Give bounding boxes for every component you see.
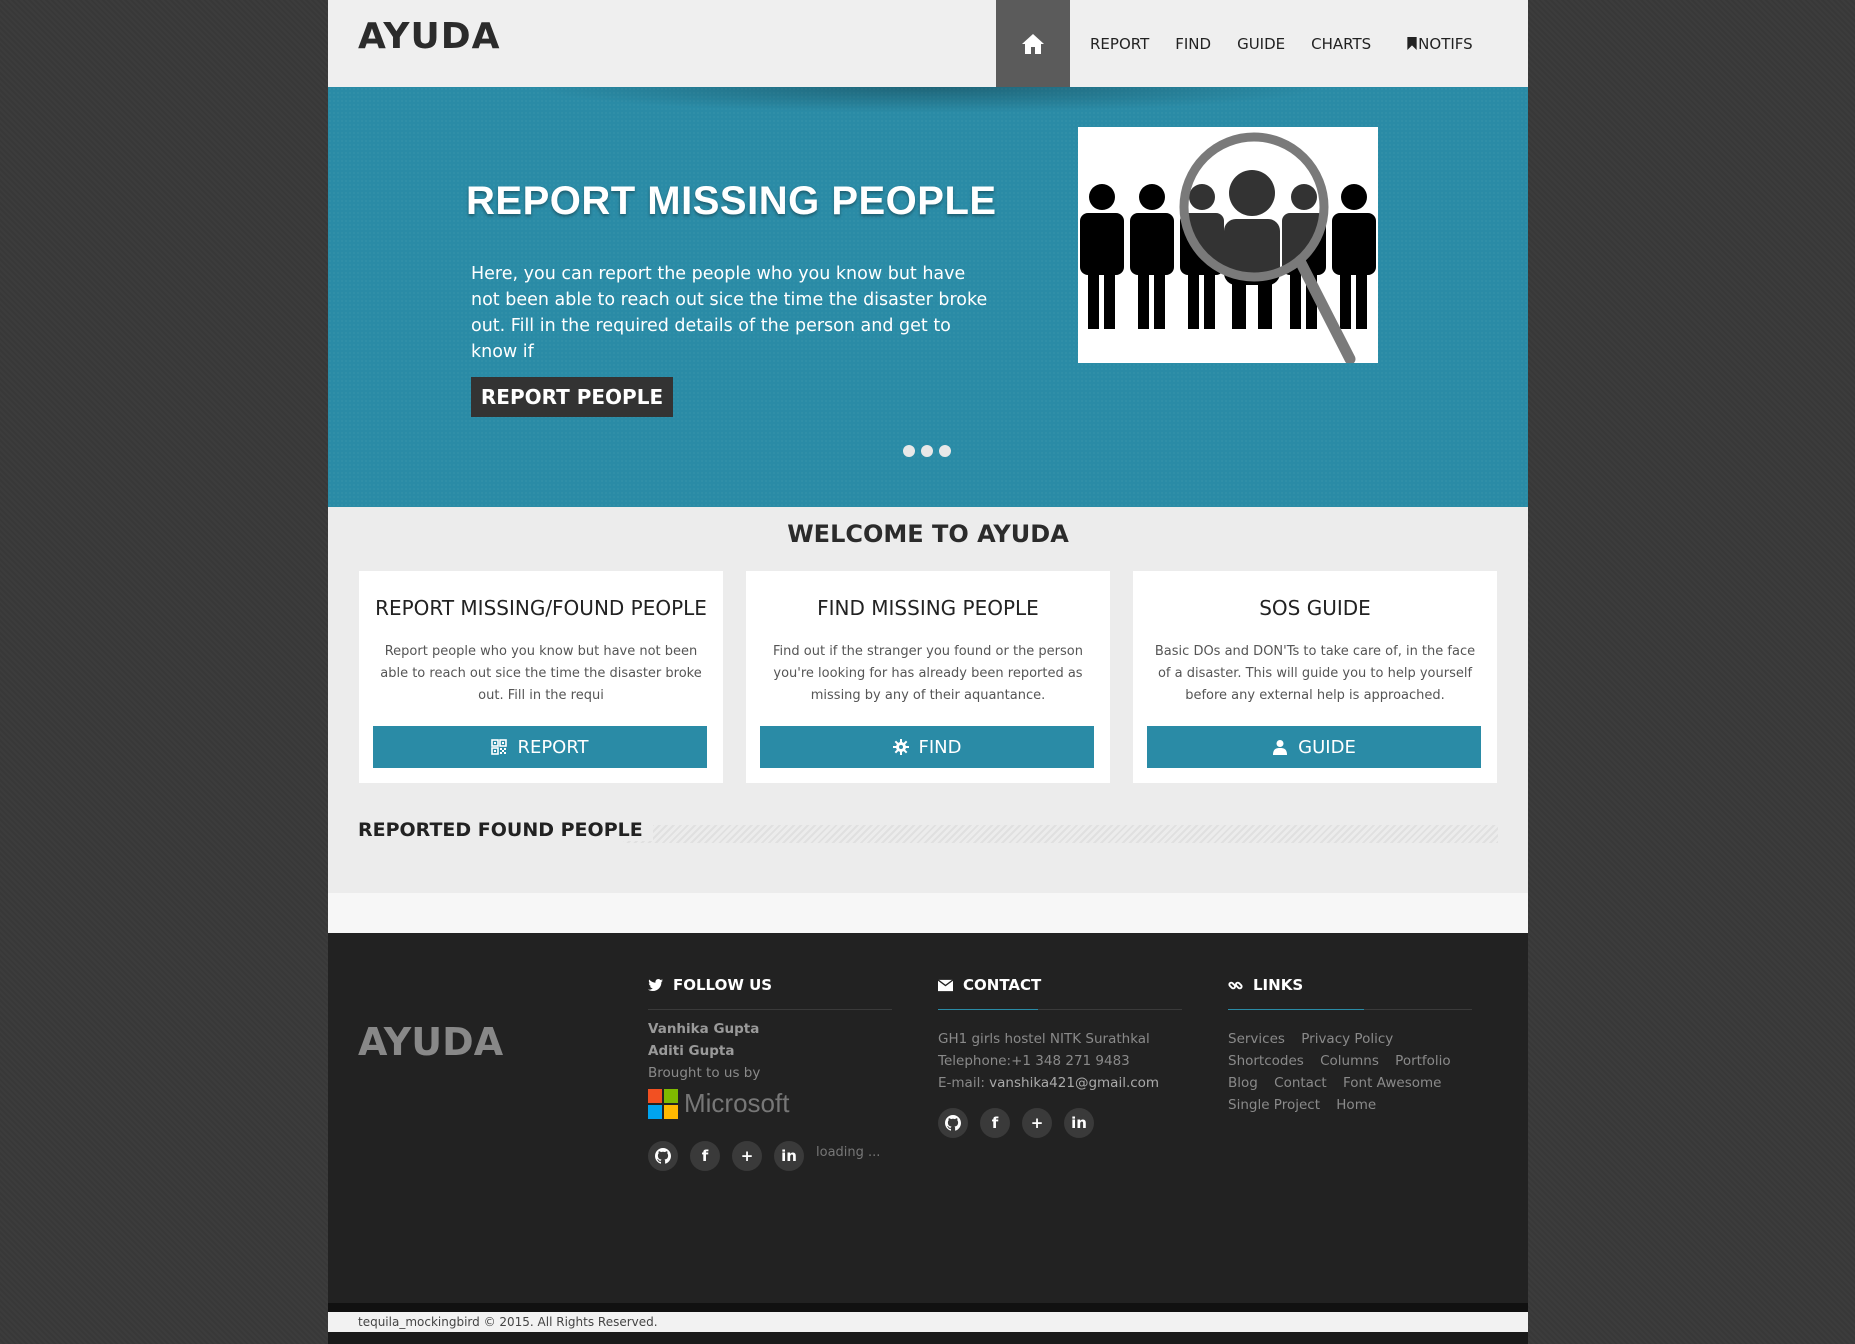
find-card: FIND MISSING PEOPLE Find out if the stra…: [746, 571, 1110, 783]
home-icon: [1022, 33, 1044, 54]
envelope-icon: [938, 978, 953, 991]
microsoft-logo: Microsoft: [648, 1088, 892, 1119]
footer: AYUDA FOLLOW US Vanhika Gupta Aditi Gupt…: [328, 933, 1528, 1303]
contact-address: GH1 girls hostel NITK Surathkal: [938, 1031, 1150, 1047]
missing-people-illustration: [1078, 127, 1378, 363]
microsoft-wordmark: Microsoft: [684, 1088, 790, 1118]
contact-email-row: E-mail: vanshika421@gmail.com: [938, 1075, 1160, 1091]
guide-card: SOS GUIDE Basic DOs and DON'Ts to take c…: [1133, 571, 1497, 783]
nav-home-button[interactable]: [996, 0, 1070, 87]
loading-text: loading ...: [816, 1144, 881, 1160]
card-title: SOS GUIDE: [1259, 596, 1371, 620]
nav-find[interactable]: FIND: [1175, 0, 1211, 87]
facebook-icon[interactable]: f: [980, 1108, 1010, 1138]
hero-shadow: [528, 87, 1328, 113]
github-icon[interactable]: [648, 1141, 678, 1171]
nav-guide[interactable]: GUIDE: [1237, 0, 1285, 87]
footer-link[interactable]: Blog: [1228, 1075, 1258, 1091]
content-bottom-strip: [328, 893, 1528, 933]
links-heading: LINKS: [1228, 973, 1488, 997]
welcome-title: WELCOME TO AYUDA: [787, 520, 1069, 548]
gear-icon: [892, 739, 909, 755]
nav-report[interactable]: REPORT: [1090, 0, 1149, 87]
bookmark-icon: [1407, 37, 1417, 50]
main-nav: REPORT FIND GUIDE CHARTS NOTIFS: [996, 0, 1473, 87]
slider-dot[interactable]: [903, 445, 915, 457]
names-list: Vanhika Gupta Aditi Gupta Brought to us …: [648, 1018, 892, 1084]
qrcode-icon: [491, 739, 508, 755]
report-card: REPORT MISSING/FOUND PEOPLE Report peopl…: [359, 571, 723, 783]
link-icon: [1228, 981, 1243, 989]
contact-info: GH1 girls hostel NITK Surathkal Telephon…: [938, 1028, 1182, 1094]
heading-underline: [648, 1009, 892, 1010]
footer-link[interactable]: Single Project: [1228, 1097, 1320, 1113]
report-button[interactable]: REPORT: [373, 726, 707, 768]
brought-by-text: Brought to us by: [648, 1065, 761, 1081]
google-plus-icon[interactable]: +: [732, 1141, 762, 1171]
user-icon: [1273, 740, 1288, 755]
hero-title: REPORT MISSING PEOPLE: [466, 179, 997, 223]
contact-email-link[interactable]: vanshika421@gmail.com: [989, 1075, 1159, 1091]
footer-link[interactable]: Contact: [1274, 1075, 1327, 1091]
nav-notifs[interactable]: NOTIFS: [1407, 0, 1473, 87]
footer-link[interactable]: Font Awesome: [1343, 1075, 1441, 1091]
card-text: Report people who you know but have not …: [380, 644, 702, 703]
report-people-button[interactable]: REPORT PEOPLE: [471, 377, 673, 417]
hero-text: Here, you can report the people who you …: [471, 264, 988, 362]
card-text: Find out if the stranger you found or th…: [773, 644, 1083, 703]
card-text: Basic DOs and DON'Ts to take care of, in…: [1154, 644, 1476, 703]
site-logo[interactable]: AYUDA: [358, 16, 500, 57]
author-name: Aditi Gupta: [648, 1043, 735, 1059]
underline-accent: [938, 1009, 1038, 1010]
contact-telephone: Telephone:+1 348 271 9483: [938, 1053, 1130, 1069]
card-title: REPORT MISSING/FOUND PEOPLE: [375, 596, 707, 620]
footer-bottom-bar: [328, 1303, 1528, 1312]
follow-us-column: FOLLOW US Vanhika Gupta Aditi Gupta Brou…: [648, 973, 892, 1171]
microsoft-grid-icon: [648, 1088, 678, 1119]
facebook-icon[interactable]: f: [690, 1141, 720, 1171]
footer-link[interactable]: Columns: [1320, 1053, 1379, 1069]
contact-heading: CONTACT: [938, 973, 1182, 997]
footer-logo[interactable]: AYUDA: [358, 1020, 503, 1064]
underline-accent: [1228, 1009, 1364, 1010]
links-list: Services Privacy Policy Shortcodes Colum…: [1228, 1028, 1488, 1116]
find-button[interactable]: FIND: [760, 726, 1094, 768]
author-name: Vanhika Gupta: [648, 1021, 760, 1037]
nav-charts[interactable]: CHARTS: [1311, 0, 1371, 87]
hero-slider: REPORT MISSING PEOPLE Here, you can repo…: [328, 87, 1528, 507]
links-column: LINKS Services Privacy Policy Shortcodes…: [1228, 973, 1488, 1116]
people-search-icon: [1080, 132, 1376, 363]
heading-underline: [1228, 1009, 1472, 1010]
footer-bottom-bar: [328, 1332, 1528, 1344]
github-icon[interactable]: [938, 1108, 968, 1138]
footer-link[interactable]: Privacy Policy: [1301, 1031, 1393, 1047]
card-title: FIND MISSING PEOPLE: [817, 596, 1039, 620]
linkedin-icon[interactable]: in: [774, 1141, 804, 1171]
page: AYUDA REPORT FIND GUIDE CHARTS NOTIFS RE…: [328, 0, 1528, 1344]
google-plus-icon[interactable]: +: [1022, 1108, 1052, 1138]
slider-dot[interactable]: [939, 445, 951, 457]
linkedin-icon[interactable]: in: [1064, 1108, 1094, 1138]
slider-dot[interactable]: [921, 445, 933, 457]
heading-underline: [938, 1009, 1182, 1010]
section-divider: [623, 825, 1498, 843]
footer-link[interactable]: Portfolio: [1395, 1053, 1451, 1069]
copyright: tequila_mockingbird © 2015. All Rights R…: [328, 1312, 1528, 1332]
slider-dots: [903, 445, 951, 457]
footer-link[interactable]: Home: [1336, 1097, 1376, 1113]
section-title: REPORTED FOUND PEOPLE: [358, 819, 653, 841]
guide-button[interactable]: GUIDE: [1147, 726, 1481, 768]
footer-link[interactable]: Shortcodes: [1228, 1053, 1304, 1069]
header: AYUDA REPORT FIND GUIDE CHARTS NOTIFS: [328, 0, 1528, 87]
footer-link[interactable]: Services: [1228, 1031, 1285, 1047]
follow-social-links: f + in loading ...: [648, 1141, 892, 1171]
reported-found-section: REPORTED FOUND PEOPLE: [358, 819, 1498, 844]
twitter-icon: [648, 978, 663, 991]
contact-social-links: f + in: [938, 1108, 1182, 1138]
contact-column: CONTACT GH1 girls hostel NITK Surathkal …: [938, 973, 1182, 1138]
follow-us-heading: FOLLOW US: [648, 973, 892, 997]
